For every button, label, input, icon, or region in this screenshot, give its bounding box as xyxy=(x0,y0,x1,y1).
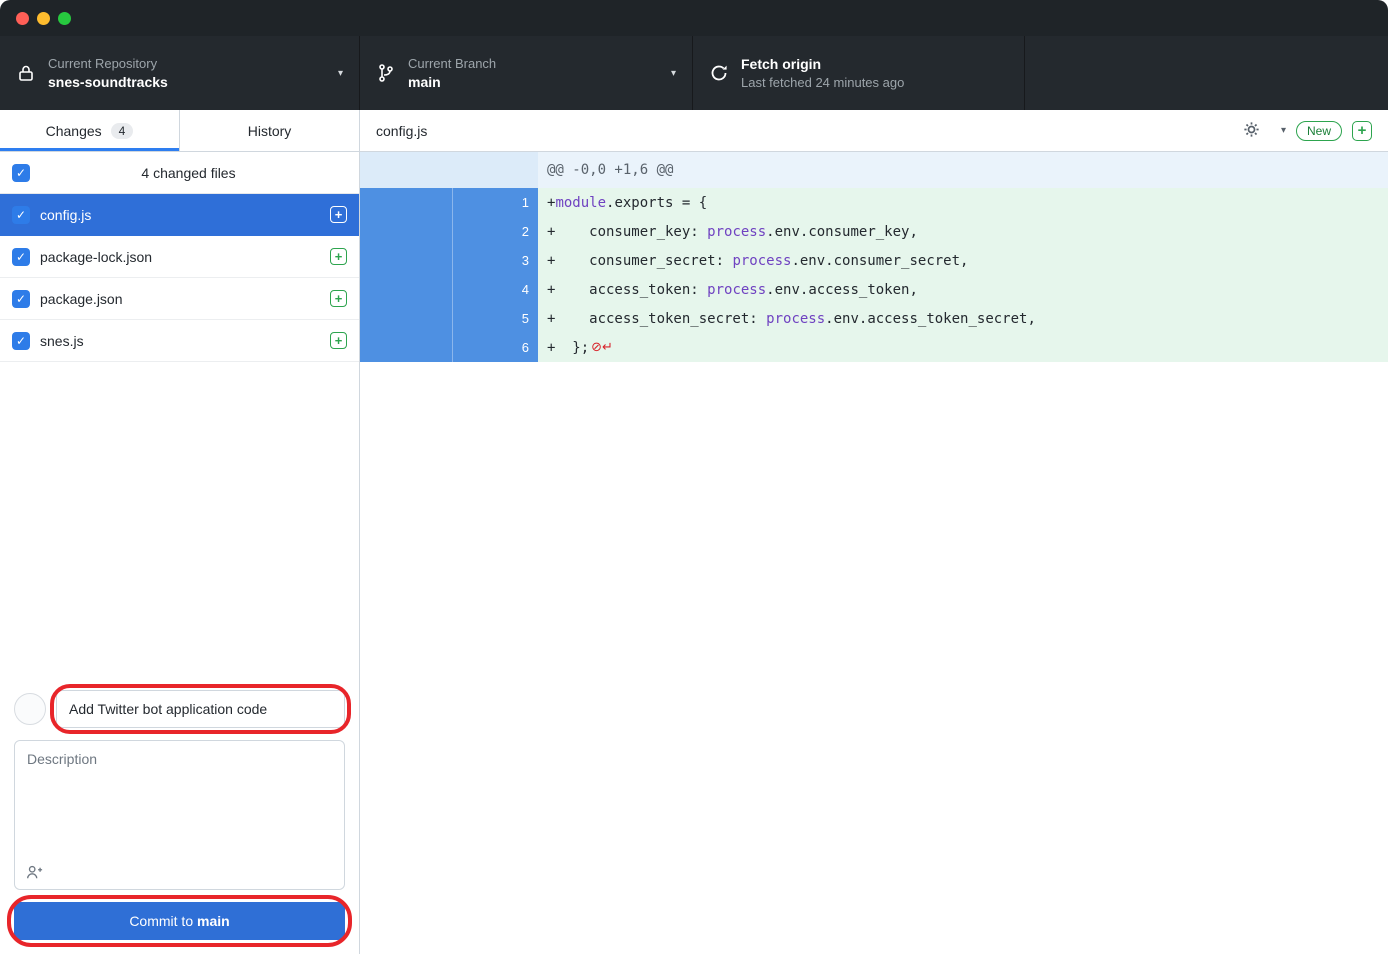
fetch-origin-button[interactable]: Fetch origin Last fetched 24 minutes ago xyxy=(693,36,1025,110)
commit-form: Commit to main xyxy=(0,678,359,954)
new-line-number: 4 xyxy=(452,275,538,304)
app-window: Current Repository snes-soundtracks ▾ Cu… xyxy=(0,0,1388,954)
changed-file-list: ✓ config.js + ✓ package-lock.json + ✓ package.j… xyxy=(0,194,359,362)
tab-changes[interactable]: Changes 4 xyxy=(0,110,180,151)
lock-icon xyxy=(16,63,36,83)
gear-icon[interactable] xyxy=(1242,120,1261,142)
old-line-gutter xyxy=(360,246,452,275)
added-status-icon: + xyxy=(330,290,347,307)
sync-icon xyxy=(709,63,729,83)
diff-line-1: 1+module.exports = { xyxy=(360,188,1388,217)
fetch-subtitle: Last fetched 24 minutes ago xyxy=(741,75,1008,90)
repository-name: snes-soundtracks xyxy=(48,74,328,90)
commit-button[interactable]: Commit to main xyxy=(14,902,345,940)
code-line: +module.exports = { xyxy=(538,188,1388,217)
file-checkbox[interactable]: ✓ xyxy=(12,290,30,308)
diff-line-3: 3+ consumer_secret: process.env.consumer… xyxy=(360,246,1388,275)
current-repository-dropdown[interactable]: Current Repository snes-soundtracks ▾ xyxy=(0,36,360,110)
sidebar-spacer xyxy=(0,362,359,678)
diff-line-6: 6+ };⊘↵ xyxy=(360,333,1388,362)
new-line-number: 2 xyxy=(452,217,538,246)
diff-lines: 1+module.exports = {2+ consumer_key: pro… xyxy=(360,188,1388,362)
code-line: + access_token_secret: process.env.acces… xyxy=(538,304,1388,333)
commit-summary-input[interactable] xyxy=(56,690,345,728)
old-line-gutter xyxy=(360,217,452,246)
chevron-down-icon[interactable]: ▾ xyxy=(1281,125,1286,136)
current-branch-dropdown[interactable]: Current Branch main ▾ xyxy=(360,36,693,110)
old-line-gutter xyxy=(360,275,452,304)
toolbar: Current Repository snes-soundtracks ▾ Cu… xyxy=(0,36,1388,110)
plus-icon[interactable]: + xyxy=(1352,121,1372,141)
repository-label: Current Repository xyxy=(48,56,328,71)
close-button[interactable] xyxy=(16,12,29,25)
code-line: + };⊘↵ xyxy=(538,333,1388,362)
minimize-button[interactable] xyxy=(37,12,50,25)
new-line-number: 6 xyxy=(452,333,538,362)
git-branch-icon xyxy=(376,63,396,83)
old-line-gutter xyxy=(360,188,452,217)
file-checkbox[interactable]: ✓ xyxy=(12,248,30,266)
diff-pane: config.js ▾ New + @@ -0,0 +1, xyxy=(360,110,1388,954)
branch-name: main xyxy=(408,74,661,90)
old-line-gutter xyxy=(360,333,452,362)
diff-file-name: config.js xyxy=(376,123,1242,139)
added-status-icon: + xyxy=(330,332,347,349)
changes-count-badge: 4 xyxy=(111,123,134,139)
new-badge: New xyxy=(1296,121,1342,141)
tab-changes-label: Changes xyxy=(46,123,102,139)
changed-files-summary: 4 changed files xyxy=(30,165,347,181)
file-name: package-lock.json xyxy=(40,249,320,265)
commit-description-input[interactable] xyxy=(15,741,344,889)
file-name: snes.js xyxy=(40,333,320,349)
hunk-gutter xyxy=(360,152,538,188)
branch-label: Current Branch xyxy=(408,56,661,71)
changes-sidebar: Changes 4 History ✓ 4 changed files ✓ con… xyxy=(0,110,360,954)
old-line-gutter xyxy=(360,304,452,333)
file-row-package.json[interactable]: ✓ package.json + xyxy=(0,278,359,320)
diff-line-4: 4+ access_token: process.env.access_toke… xyxy=(360,275,1388,304)
toolbar-filler xyxy=(1025,36,1388,110)
changed-files-summary-row: ✓ 4 changed files xyxy=(0,152,359,194)
diff-file-header: config.js ▾ New + xyxy=(360,110,1388,152)
file-checkbox[interactable]: ✓ xyxy=(12,332,30,350)
tab-history-label: History xyxy=(248,123,292,139)
file-checkbox[interactable]: ✓ xyxy=(12,206,30,224)
avatar xyxy=(14,693,46,725)
tab-history[interactable]: History xyxy=(180,110,359,151)
diff-body: @@ -0,0 +1,6 @@ 1+module.exports = {2+ c… xyxy=(360,152,1388,954)
chevron-down-icon: ▾ xyxy=(671,68,676,79)
commit-button-label: Commit to xyxy=(129,913,197,929)
new-line-number: 3 xyxy=(452,246,538,275)
file-name: config.js xyxy=(40,207,320,223)
diff-line-2: 2+ consumer_key: process.env.consumer_ke… xyxy=(360,217,1388,246)
new-line-number: 1 xyxy=(452,188,538,217)
commit-button-branch: main xyxy=(197,913,230,929)
titlebar xyxy=(0,0,1388,36)
chevron-down-icon: ▾ xyxy=(338,68,343,79)
diff-line-5: 5+ access_token_secret: process.env.acce… xyxy=(360,304,1388,333)
add-coauthor-icon[interactable] xyxy=(25,863,43,881)
added-status-icon: + xyxy=(330,206,347,223)
added-status-icon: + xyxy=(330,248,347,265)
code-line: + access_token: process.env.access_token… xyxy=(538,275,1388,304)
file-row-package-lock.json[interactable]: ✓ package-lock.json + xyxy=(0,236,359,278)
check-icon: ✓ xyxy=(16,166,26,180)
code-line: + consumer_secret: process.env.consumer_… xyxy=(538,246,1388,275)
file-row-config.js[interactable]: ✓ config.js + xyxy=(0,194,359,236)
file-name: package.json xyxy=(40,291,320,307)
zoom-button[interactable] xyxy=(58,12,71,25)
hunk-header-text: @@ -0,0 +1,6 @@ xyxy=(538,152,673,188)
new-line-number: 5 xyxy=(452,304,538,333)
sidebar-tabs: Changes 4 History xyxy=(0,110,359,152)
hunk-header: @@ -0,0 +1,6 @@ xyxy=(360,152,1388,188)
file-row-snes.js[interactable]: ✓ snes.js + xyxy=(0,320,359,362)
no-newline-icon: ⊘↵ xyxy=(591,340,613,355)
select-all-checkbox[interactable]: ✓ xyxy=(12,164,30,182)
code-line: + consumer_key: process.env.consumer_key… xyxy=(538,217,1388,246)
fetch-title: Fetch origin xyxy=(741,56,1008,72)
